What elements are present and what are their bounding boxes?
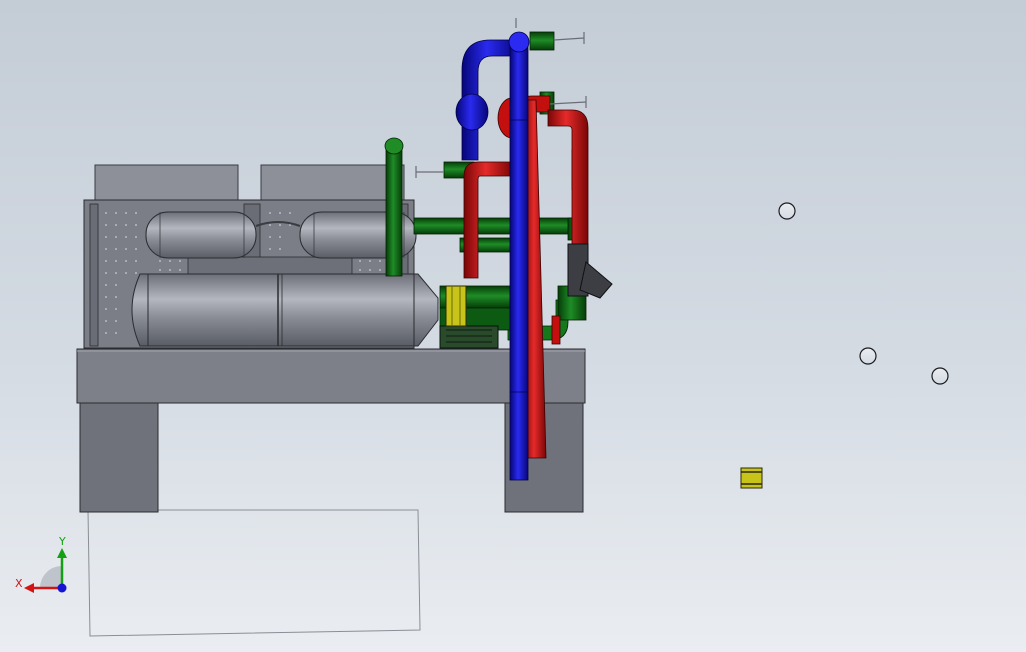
fan-guard-right[interactable]: [260, 164, 405, 202]
triad-x-label: X: [15, 577, 23, 590]
upper-vessel-left[interactable]: [145, 211, 257, 259]
pump-motor[interactable]: [439, 325, 499, 349]
loose-ring-1[interactable]: [778, 202, 796, 220]
loose-ring-3[interactable]: [931, 367, 949, 385]
yellow-fitting[interactable]: [445, 285, 467, 327]
strainer-fitting[interactable]: [567, 243, 613, 299]
base-frame[interactable]: [76, 348, 586, 404]
reference-triad: Y X: [15, 535, 67, 593]
fan-guard-left[interactable]: [94, 164, 239, 202]
cad-model-canvas[interactable]: Y X: [0, 0, 1026, 652]
main-receiver-tank[interactable]: [131, 273, 439, 347]
sketch-outline[interactable]: [87, 509, 421, 637]
left-support-leg[interactable]: [79, 401, 159, 513]
triad-y-label: Y: [58, 535, 66, 548]
loose-coupling[interactable]: [740, 467, 763, 489]
loose-ring-2[interactable]: [859, 347, 877, 365]
cad-graphics-viewport[interactable]: Y X: [0, 0, 1026, 652]
